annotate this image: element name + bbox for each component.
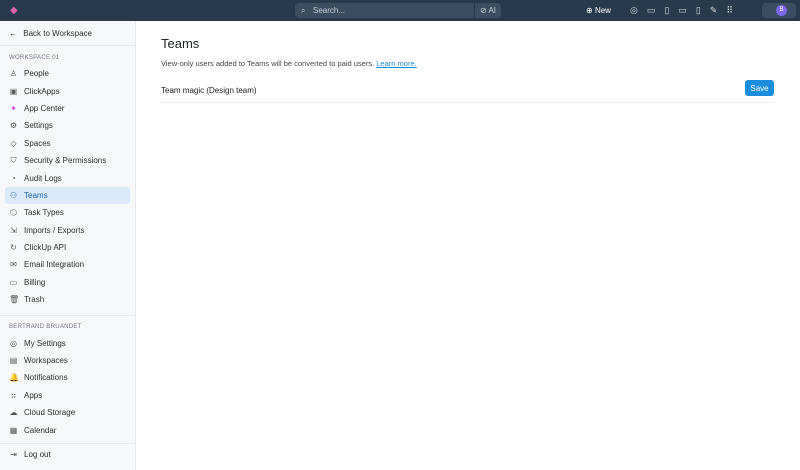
cube-icon: ⬡ — [10, 208, 17, 218]
sidebar-item-label: Calendar — [24, 425, 57, 435]
sidebar-item-label: Notifications — [24, 373, 68, 383]
sidebar-item-notifications[interactable]: 🔔 Notifications — [5, 369, 130, 386]
sidebar-item-settings[interactable]: ⚙ Settings — [5, 117, 130, 134]
clock-icon: ◔ — [11, 173, 16, 183]
sidebar-item-label: Task Types — [24, 208, 64, 218]
divider — [0, 315, 135, 317]
cloud-icon: ☁ — [9, 408, 18, 418]
teams-page: Teams View-only users added to Teams wil… — [161, 21, 774, 103]
search-bar[interactable]: ⌕ Search... ⊘ AI — [295, 3, 501, 18]
user-heading: BERTRAND BRUANDET — [9, 324, 82, 331]
sidebar-item-label: Log out — [24, 450, 51, 459]
sidebar-item-log-out[interactable]: ⇥ Log out — [5, 446, 130, 463]
user-menu[interactable]: B — [762, 3, 796, 18]
sidebar-item-email-integration[interactable]: ✉ Email Integration — [5, 256, 130, 273]
sidebar-item-label: Trash — [24, 295, 45, 305]
sidebar-item-my-settings[interactable]: ◎ My Settings — [5, 334, 130, 351]
api-icon: ↻ — [10, 243, 17, 253]
sidebar-item-label: Spaces — [24, 138, 51, 148]
sidebar-item-label: ClickApps — [24, 86, 60, 96]
sidebar-item-cloud-storage[interactable]: ☁ Cloud Storage — [5, 404, 130, 421]
card-icon: ▭ — [9, 277, 18, 287]
edit-icon[interactable]: ✎ — [710, 4, 718, 17]
sidebar-item-label: Teams — [24, 190, 48, 200]
search-placeholder: Search... — [313, 6, 346, 15]
sidebar-item-task-types[interactable]: ⬡ Task Types — [5, 204, 130, 221]
trash-icon: 🗑 — [9, 295, 20, 305]
video-icon[interactable]: ▭ — [678, 4, 687, 17]
sidebar-item-calendar[interactable]: ▦ Calendar — [5, 421, 130, 438]
page-title: Teams — [161, 36, 200, 51]
new-label: New — [594, 6, 611, 15]
description-text: View-only users added to Teams will be c… — [161, 59, 375, 68]
sidebar-item-label: Billing — [24, 277, 46, 287]
sidebar-item-label: ClickUp API — [24, 243, 67, 253]
mail-icon: ✉ — [10, 260, 17, 270]
save-button[interactable]: Save — [745, 80, 774, 96]
calendar-icon: ▦ — [9, 425, 18, 435]
gear-icon: ⚙ — [9, 121, 18, 131]
sidebar-item-label: Audit Logs — [24, 173, 62, 183]
sidebar-item-spaces[interactable]: ◇ Spaces — [5, 135, 130, 152]
user-settings-icon: ◎ — [10, 338, 17, 348]
sidebar-item-label: Security & Permissions — [24, 156, 107, 166]
team-row: Save — [161, 80, 774, 103]
sidebar-item-label: Imports / Exports — [24, 225, 85, 235]
bell-icon: 🔔 — [9, 373, 19, 383]
sidebar-item-label: Workspaces — [24, 356, 68, 366]
sidebar-item-apps[interactable]: ⠶ Apps — [5, 387, 130, 404]
logout-icon: ⇥ — [10, 450, 17, 459]
check-circle-icon[interactable]: ◎ — [630, 4, 638, 17]
sidebar-item-label: Apps — [24, 390, 43, 400]
page-description: View-only users added to Teams will be c… — [161, 59, 774, 68]
sidebar-item-label: Email Integration — [24, 260, 85, 270]
settings-sidebar: ← Back to Workspace WORKSPACE 01 ♙ People… — [0, 21, 136, 470]
sidebar-item-teams[interactable]: ⚇ Teams — [5, 186, 130, 205]
learn-more-link[interactable]: Learn more. — [376, 59, 416, 68]
sidebar-item-imports-exports[interactable]: ⇲ Imports / Exports — [5, 222, 130, 239]
avatar: B — [776, 5, 787, 16]
sidebar-item-billing[interactable]: ▭ Billing — [5, 274, 130, 291]
teams-icon: ⚇ — [9, 190, 18, 200]
sidebar-item-label: Cloud Storage — [24, 408, 76, 418]
workspace-heading: WORKSPACE 01 — [9, 55, 60, 61]
top-bar: ◆ ⌕ Search... ⊘ AI ⊕ New ◎ ▭ ▯ ▭ ▯ ✎ ⠿ B — [0, 0, 800, 21]
sidebar-item-people[interactable]: ♙ People — [5, 65, 130, 82]
sidebar-item-label: Settings — [24, 121, 53, 131]
shield-icon: ⛉ — [10, 155, 17, 165]
apps-grid-icon[interactable]: ⠿ — [726, 4, 733, 17]
clipboard-icon[interactable]: ▯ — [664, 4, 669, 17]
team-name-input[interactable] — [161, 83, 461, 97]
sidebar-item-label: People — [24, 69, 49, 79]
sidebar-item-audit-logs[interactable]: ◔ Audit Logs — [5, 169, 130, 186]
star-icon: ✦ — [10, 103, 17, 113]
apps-icon: ⠶ — [10, 390, 17, 400]
search-icon: ⌕ — [301, 6, 306, 15]
clickapps-icon: ▣ — [9, 86, 18, 96]
back-to-workspace-link[interactable]: ← Back to Workspace — [0, 21, 135, 46]
person-icon: ♙ — [9, 69, 18, 79]
sidebar-item-label: My Settings — [24, 338, 66, 348]
divider — [0, 442, 135, 444]
back-label: Back to Workspace — [23, 29, 93, 38]
spaces-icon: ◇ — [10, 138, 17, 148]
ai-button[interactable]: ⊘ AI — [474, 3, 501, 18]
sidebar-item-workspaces[interactable]: ▤ Workspaces — [5, 352, 130, 369]
sidebar-item-label: App Center — [24, 103, 65, 113]
sidebar-item-security-permissions[interactable]: ⛉ Security & Permissions — [5, 152, 130, 169]
sidebar-item-trash[interactable]: 🗑 Trash — [5, 291, 130, 308]
new-button[interactable]: ⊕ New — [586, 4, 611, 17]
doc-icon[interactable]: ▯ — [696, 4, 701, 17]
sidebar-item-clickup-api[interactable]: ↻ ClickUp API — [5, 239, 130, 256]
workspaces-icon: ▤ — [9, 356, 18, 366]
calendar-icon[interactable]: ▭ — [647, 4, 656, 17]
import-icon: ⇲ — [10, 225, 17, 235]
ai-label: AI — [488, 6, 497, 15]
sidebar-item-app-center[interactable]: ✦ App Center — [5, 100, 130, 117]
clickup-logo-icon[interactable]: ◆ — [10, 5, 20, 16]
sidebar-item-clickapps[interactable]: ▣ ClickApps — [5, 82, 130, 99]
